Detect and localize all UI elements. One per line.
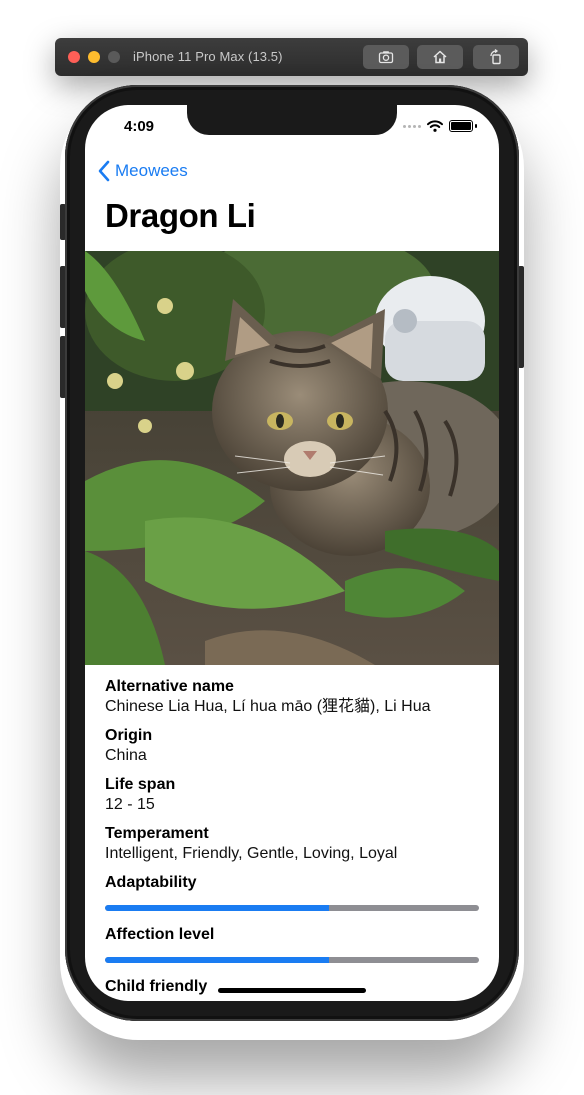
- adaptability-bar-fill: [105, 905, 330, 911]
- alternative-name-label: Alternative name: [105, 678, 234, 695]
- temperament-value: Intelligent, Friendly, Gentle, Loving, L…: [105, 845, 398, 862]
- origin-group: Origin China: [105, 726, 479, 766]
- wifi-icon: [427, 120, 443, 132]
- chevron-left-icon: [98, 160, 110, 182]
- alternative-name-group: Alternative name Chinese Lia Hua, Lí hua…: [105, 677, 479, 717]
- close-window-button[interactable]: [68, 51, 80, 63]
- battery-icon: [449, 120, 473, 132]
- details-section: Alternative name Chinese Lia Hua, Lí hua…: [105, 677, 479, 1001]
- page-title: Dragon Li: [105, 197, 256, 234]
- notch: [187, 105, 397, 135]
- back-button-label: Meowees: [115, 161, 188, 180]
- home-button[interactable]: [417, 45, 463, 69]
- back-button[interactable]: Meowees: [97, 160, 188, 182]
- child-friendly-group: Child friendly: [105, 977, 479, 997]
- screenshot-icon: [378, 51, 394, 64]
- screenshot-button[interactable]: [363, 45, 409, 69]
- zoom-window-button[interactable]: [108, 51, 120, 63]
- adaptability-bar: [105, 905, 479, 911]
- rotate-icon: [490, 49, 501, 65]
- origin-label: Origin: [105, 727, 153, 744]
- battery-cap: [475, 124, 477, 128]
- affection-level-group: Affection level: [105, 925, 479, 963]
- life-span-label: Life span: [105, 776, 176, 793]
- affection-level-bar: [105, 957, 479, 963]
- signal-dots-icon: [403, 124, 421, 128]
- alternative-name-value: Chinese Lia Hua, Lí hua māo (狸花貓), Li Hu…: [105, 698, 431, 715]
- temperament-group: Temperament Intelligent, Friendly, Gentl…: [105, 824, 479, 864]
- simulator-stage: iPhone 11 Pro Max (13.5) 4:09 Meowees Dr…: [0, 0, 584, 1095]
- cat-photo: [85, 251, 499, 665]
- life-span-group: Life span 12 - 15: [105, 775, 479, 815]
- adaptability-group: Adaptability: [105, 873, 479, 911]
- adaptability-label: Adaptability: [105, 874, 197, 891]
- simulator-title: iPhone 11 Pro Max (13.5): [133, 49, 283, 64]
- rotate-button[interactable]: [473, 45, 519, 69]
- device-screen: 4:09 Meowees Dragon Li Alternative name …: [85, 105, 499, 1001]
- status-time: 4:09: [124, 118, 155, 135]
- temperament-label: Temperament: [105, 825, 209, 842]
- affection-level-bar-fill: [105, 957, 330, 963]
- home-indicator[interactable]: [218, 988, 366, 993]
- status-icons: [403, 120, 477, 132]
- simulator-toolbar: iPhone 11 Pro Max (13.5): [55, 38, 528, 76]
- child-friendly-label: Child friendly: [105, 978, 208, 995]
- affection-level-label: Affection level: [105, 926, 215, 943]
- life-span-value: 12 - 15: [105, 796, 155, 813]
- minimize-window-button[interactable]: [88, 51, 100, 63]
- origin-value: China: [105, 747, 147, 764]
- home-icon: [433, 50, 447, 64]
